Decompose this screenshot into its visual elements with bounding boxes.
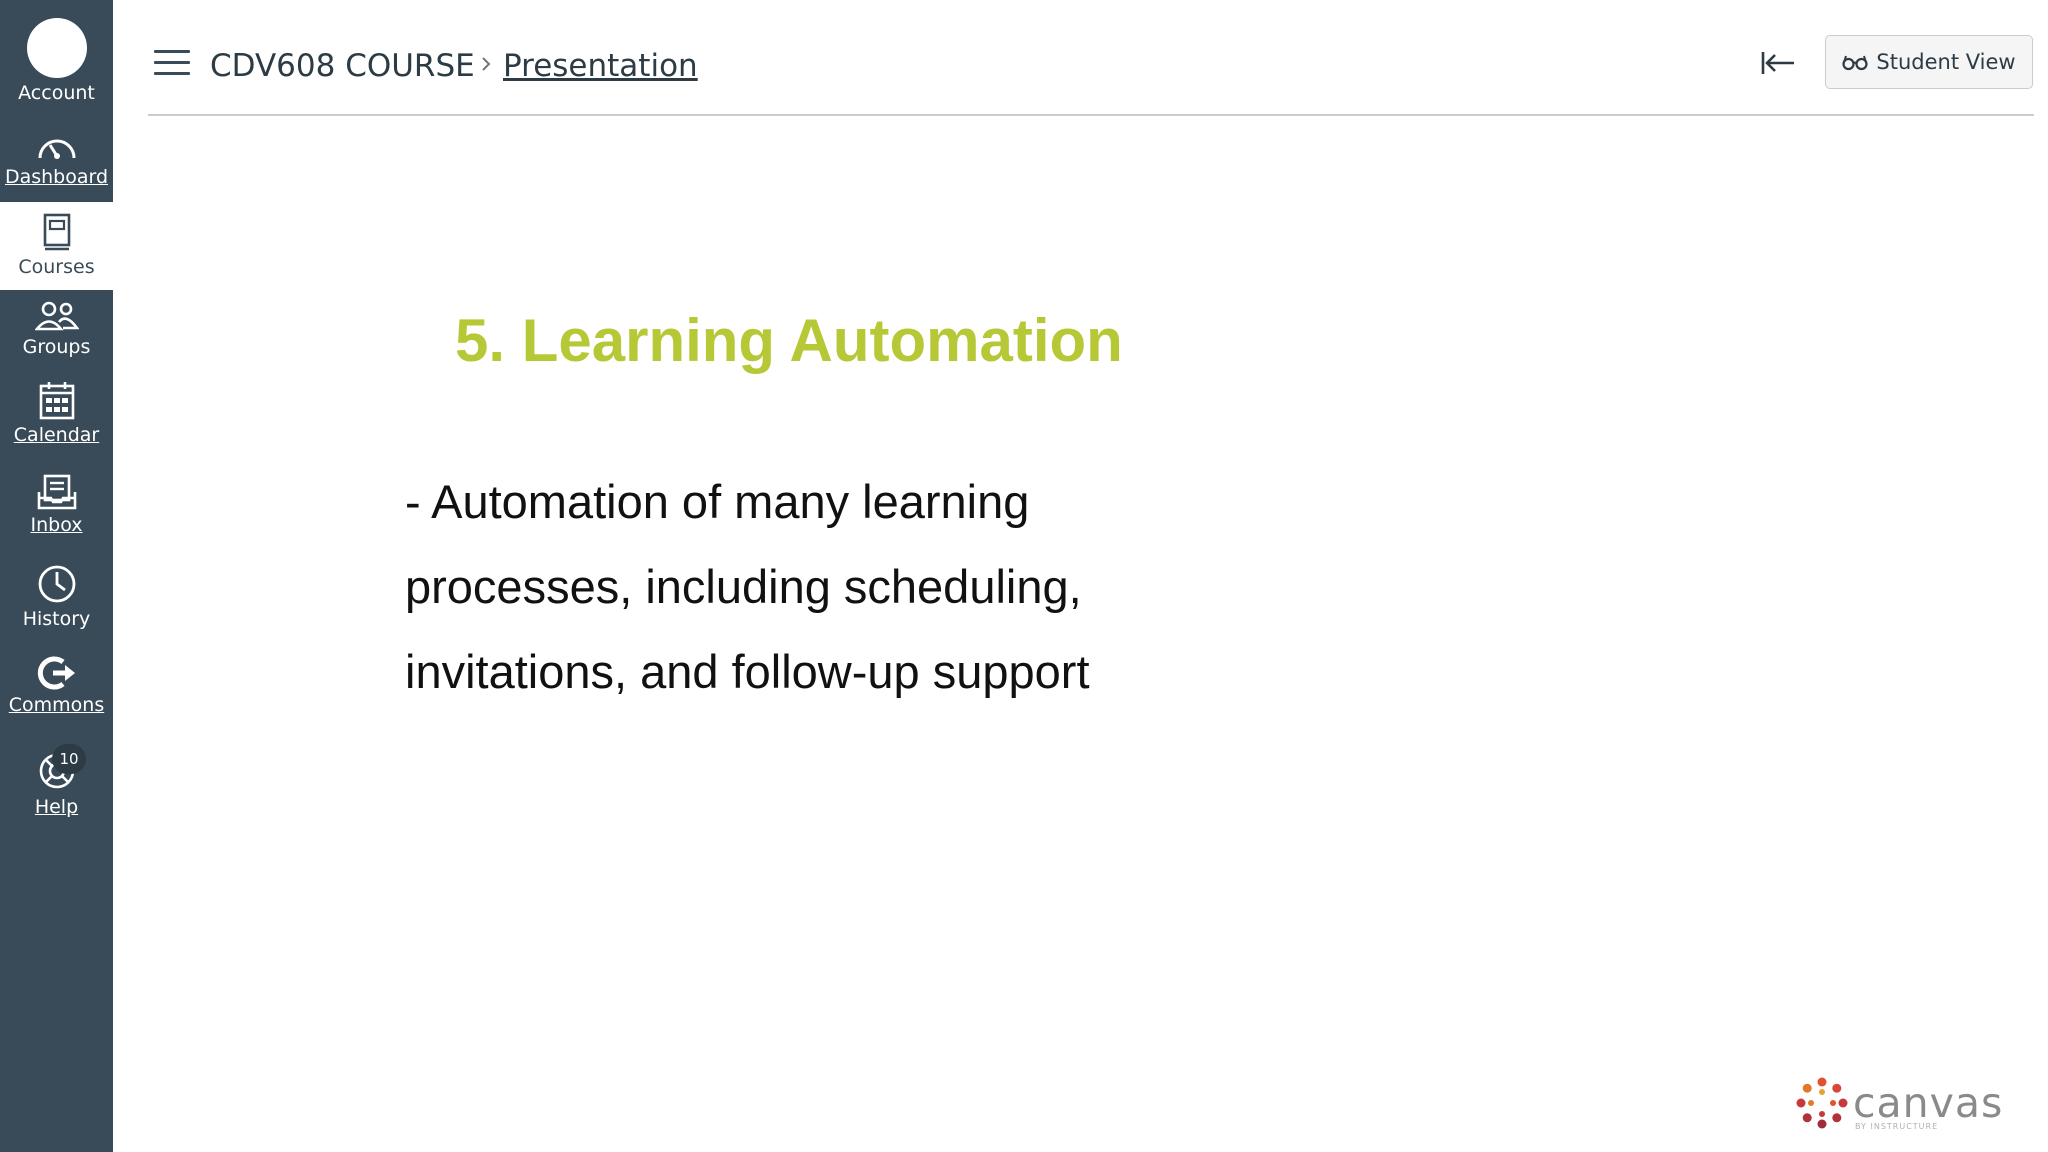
nav-groups[interactable]: Groups xyxy=(0,300,113,358)
student-view-label: Student View xyxy=(1876,50,2016,74)
glasses-icon xyxy=(1842,55,1869,71)
nav-calendar[interactable]: Calendar xyxy=(0,380,113,446)
menu-toggle-button[interactable] xyxy=(154,50,190,76)
nav-dashboard-label: Dashboard xyxy=(4,166,109,188)
help-badge: 10 xyxy=(52,744,86,774)
nav-courses[interactable]: Courses xyxy=(0,202,113,290)
nav-groups-label: Groups xyxy=(22,336,91,358)
slide-title: 5. Learning Automation xyxy=(455,307,1123,374)
slide-line: invitations, and follow-up support xyxy=(405,645,1090,698)
nav-history-label: History xyxy=(22,608,91,630)
collapse-sidebar-icon[interactable] xyxy=(1758,46,1798,80)
canvas-logo: canvas BY INSTRUCTURE xyxy=(1795,1076,2004,1131)
nav-account[interactable]: Account xyxy=(0,18,113,104)
nav-help[interactable]: 10 Help xyxy=(0,744,113,818)
slide-line: - Automation of many learning xyxy=(405,475,1030,528)
nav-account-label: Account xyxy=(18,82,95,104)
global-nav: Account Dashboard Courses Groups Calenda… xyxy=(0,0,113,1152)
nav-commons-label: Commons xyxy=(8,694,105,716)
slide-body: - Automation of many learning processes,… xyxy=(405,459,1225,714)
page-header: CDV608 COURSE Presentation Student View xyxy=(148,0,2034,116)
canvas-wordmark: canvas xyxy=(1853,1078,2004,1127)
nav-history[interactable]: History xyxy=(0,564,113,630)
groups-icon xyxy=(34,301,79,331)
canvas-logo-icon xyxy=(1796,1077,1848,1129)
breadcrumb-course[interactable]: CDV608 COURSE xyxy=(210,48,475,84)
inbox-icon xyxy=(37,474,76,510)
nav-help-label: Help xyxy=(34,796,79,818)
courses-icon xyxy=(43,213,70,251)
nav-commons[interactable]: Commons xyxy=(0,656,113,716)
nav-courses-label: Courses xyxy=(18,256,95,278)
dashboard-icon xyxy=(38,139,75,159)
nav-calendar-label: Calendar xyxy=(13,424,100,446)
slide-line: processes, including scheduling, xyxy=(405,560,1082,613)
calendar-icon xyxy=(39,382,74,420)
nav-inbox-label: Inbox xyxy=(30,514,83,536)
commons-icon xyxy=(37,656,75,690)
chevron-right-icon xyxy=(482,57,491,71)
nav-dashboard[interactable]: Dashboard xyxy=(0,130,113,188)
student-view-button[interactable]: Student View xyxy=(1825,35,2033,89)
history-icon xyxy=(38,565,75,603)
canvas-subtitle: BY INSTRUCTURE xyxy=(1855,1122,1939,1131)
breadcrumb-current[interactable]: Presentation xyxy=(503,48,698,84)
avatar xyxy=(26,18,87,78)
nav-inbox[interactable]: Inbox xyxy=(0,474,113,536)
